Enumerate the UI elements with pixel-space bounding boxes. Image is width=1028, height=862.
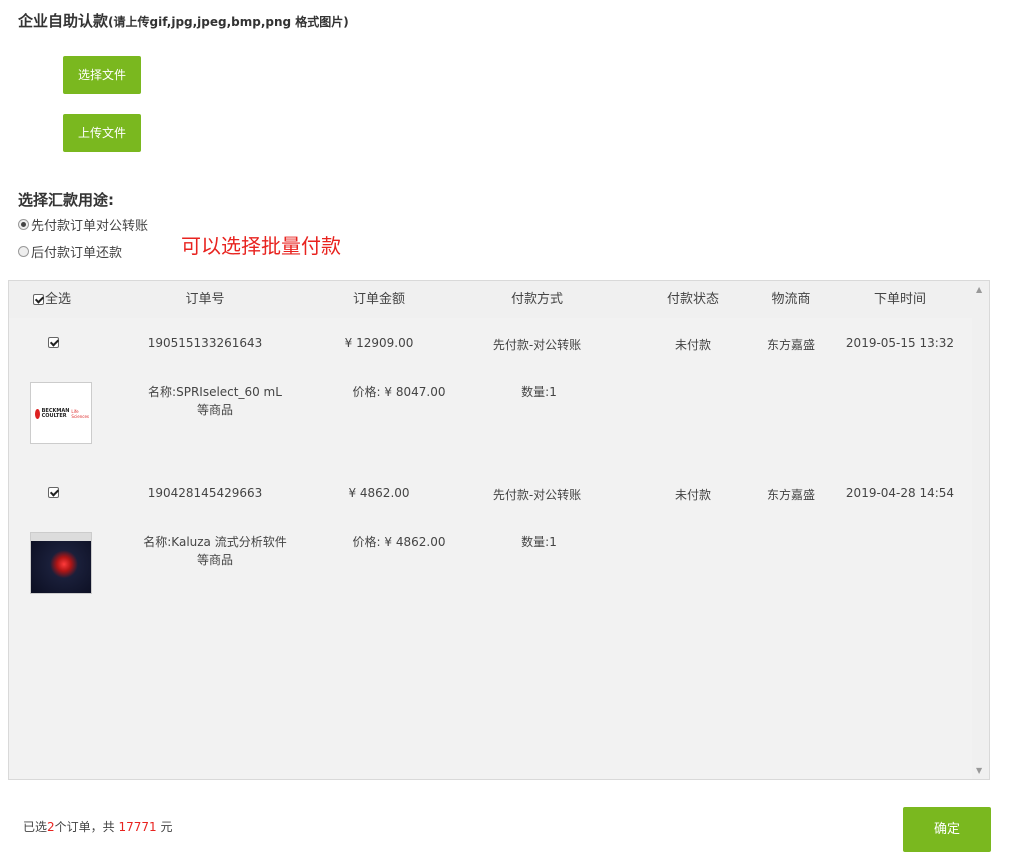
upload-section-title: 企业自助认款(请上传gif,jpg,jpeg,bmp,png 格式图片): [18, 10, 349, 31]
column-header-order-no: 订单号: [185, 292, 225, 307]
radio-button[interactable]: [18, 219, 29, 230]
orders-scrollbar[interactable]: ▲ ▼: [972, 281, 989, 779]
product-name: 名称:SPRIselect_60 mL: [148, 385, 282, 399]
order-pay-status: 未付款: [674, 488, 711, 502]
product-thumbnail: BECKMAN COULTER Life Sciences: [30, 382, 92, 444]
order-number: 190428145429663: [147, 486, 263, 500]
order-pay-method: 先付款-对公转账: [492, 338, 582, 352]
radio-button[interactable]: [18, 246, 29, 257]
selected-count: 2: [47, 820, 55, 834]
upload-title: 企业自助认款: [18, 12, 109, 30]
column-header-pay-method: 付款方式: [510, 292, 563, 307]
order-amount: ¥ 4862.00: [348, 486, 410, 500]
product-more: 等商品: [196, 553, 233, 567]
selection-summary: 已选2个订单，共 17771 元: [23, 820, 173, 834]
orders-table-header: 全选 订单号 订单金额 付款方式 付款状态 物流商 下单时间: [9, 281, 973, 318]
order-time: 2019-04-28 14:54: [845, 486, 955, 500]
software-box-photo: [31, 533, 91, 593]
choose-file-button[interactable]: 选择文件: [63, 56, 141, 94]
order-logistics: 东方嘉盛: [766, 338, 815, 352]
scroll-down-arrow-icon[interactable]: ▼: [976, 766, 982, 775]
select-all[interactable]: 全选: [33, 281, 71, 318]
order-time: 2019-05-15 13:32: [845, 336, 955, 350]
upload-file-button[interactable]: 上传文件: [63, 114, 141, 152]
order-amount: ¥ 12909.00: [344, 336, 414, 350]
purpose-option-prepay[interactable]: 先付款订单对公转账: [18, 215, 148, 234]
beckman-coulter-logo: BECKMAN COULTER Life Sciences: [35, 407, 89, 421]
product-thumbnail: [30, 532, 92, 594]
orders-panel: 全选 订单号 订单金额 付款方式 付款状态 物流商 下单时间 ▲ ▼ 19051…: [8, 280, 990, 780]
product-quantity: 数量:1: [521, 535, 557, 549]
order-pay-status: 未付款: [674, 338, 711, 352]
purpose-option-label: 先付款订单对公转账: [31, 219, 149, 234]
purpose-option-label: 后付款订单还款: [31, 246, 123, 261]
product-name: 名称:Kaluza 流式分析软件: [143, 535, 287, 549]
product-more: 等商品: [196, 403, 233, 417]
product-quantity: 数量:1: [521, 385, 557, 399]
batch-payment-annotation: 可以选择批量付款: [181, 234, 341, 258]
upload-format-hint: (请上传gif,jpg,jpeg,bmp,png 格式图片): [108, 15, 349, 29]
product-price: 价格: ¥ 8047.00: [352, 385, 446, 399]
order-pay-method: 先付款-对公转账: [492, 488, 582, 502]
order-checkbox[interactable]: [48, 487, 59, 498]
select-all-checkbox[interactable]: [33, 294, 44, 305]
scroll-up-arrow-icon[interactable]: ▲: [976, 285, 982, 294]
order-checkbox[interactable]: [48, 337, 59, 348]
selected-total: 17771: [118, 820, 157, 834]
column-header-amount: 订单金额: [352, 292, 405, 307]
confirm-button[interactable]: 确定: [903, 807, 991, 852]
column-header-logistics: 物流商: [771, 292, 811, 307]
product-price: 价格: ¥ 4862.00: [352, 535, 446, 549]
select-all-label: 全选: [45, 292, 72, 307]
order-logistics: 东方嘉盛: [766, 488, 815, 502]
column-header-order-time: 下单时间: [873, 292, 926, 307]
order-number: 190515133261643: [147, 336, 263, 350]
purpose-option-postpay[interactable]: 后付款订单还款: [18, 242, 122, 261]
column-header-pay-status: 付款状态: [666, 292, 719, 307]
purpose-label: 选择汇款用途:: [18, 191, 114, 209]
